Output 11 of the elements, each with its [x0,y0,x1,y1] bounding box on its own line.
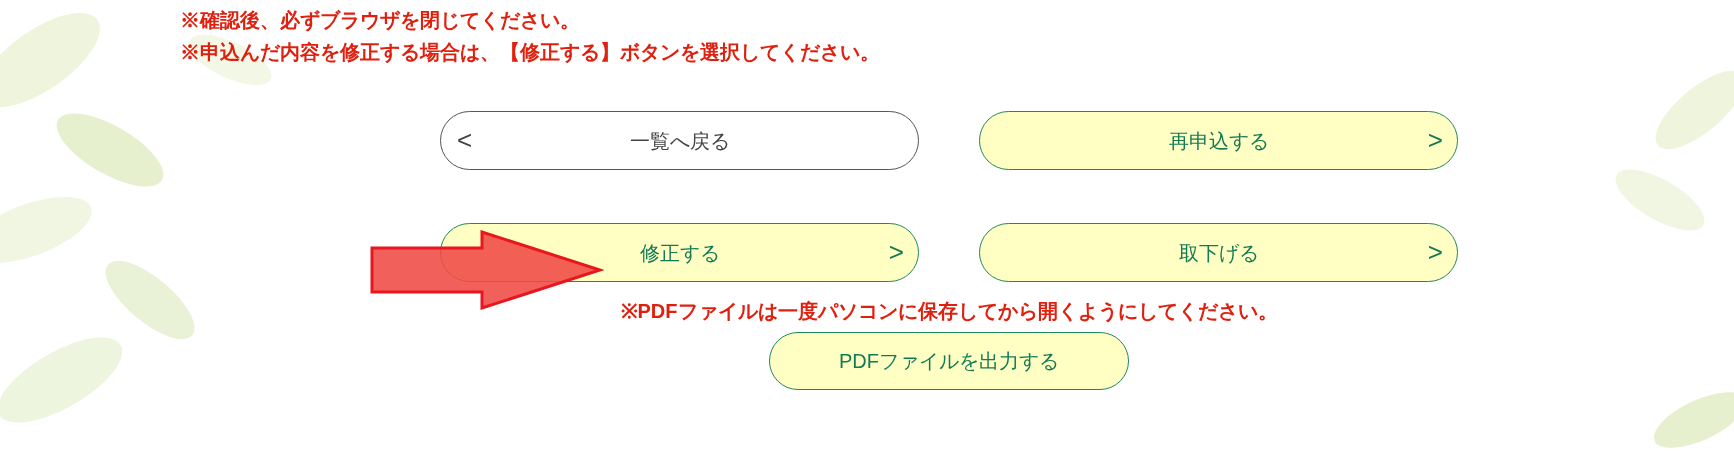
chevron-icon: > [888,236,904,268]
chevron-icon: > [1427,124,1443,156]
action-button[interactable]: 再申込する > [979,111,1458,170]
back-button[interactable]: 一覧へ戻る < [440,111,919,170]
pdf-output-button[interactable]: PDFファイルを出力する [769,332,1129,390]
notice-text: ※PDFファイルは一度パソコンに保存してから開くようにしてください。 [620,299,1278,324]
notice-text: ※確認後、必ずブラウザを閉じてください。 [180,8,581,34]
chevron-icon: < [457,124,473,156]
notice-text: ※申込んだ内容を修正する場合は、【修正する】ボタンを選択してください。 [180,40,881,65]
chevron-icon: > [1427,236,1443,268]
action-button[interactable]: 取下げる > [979,223,1458,282]
